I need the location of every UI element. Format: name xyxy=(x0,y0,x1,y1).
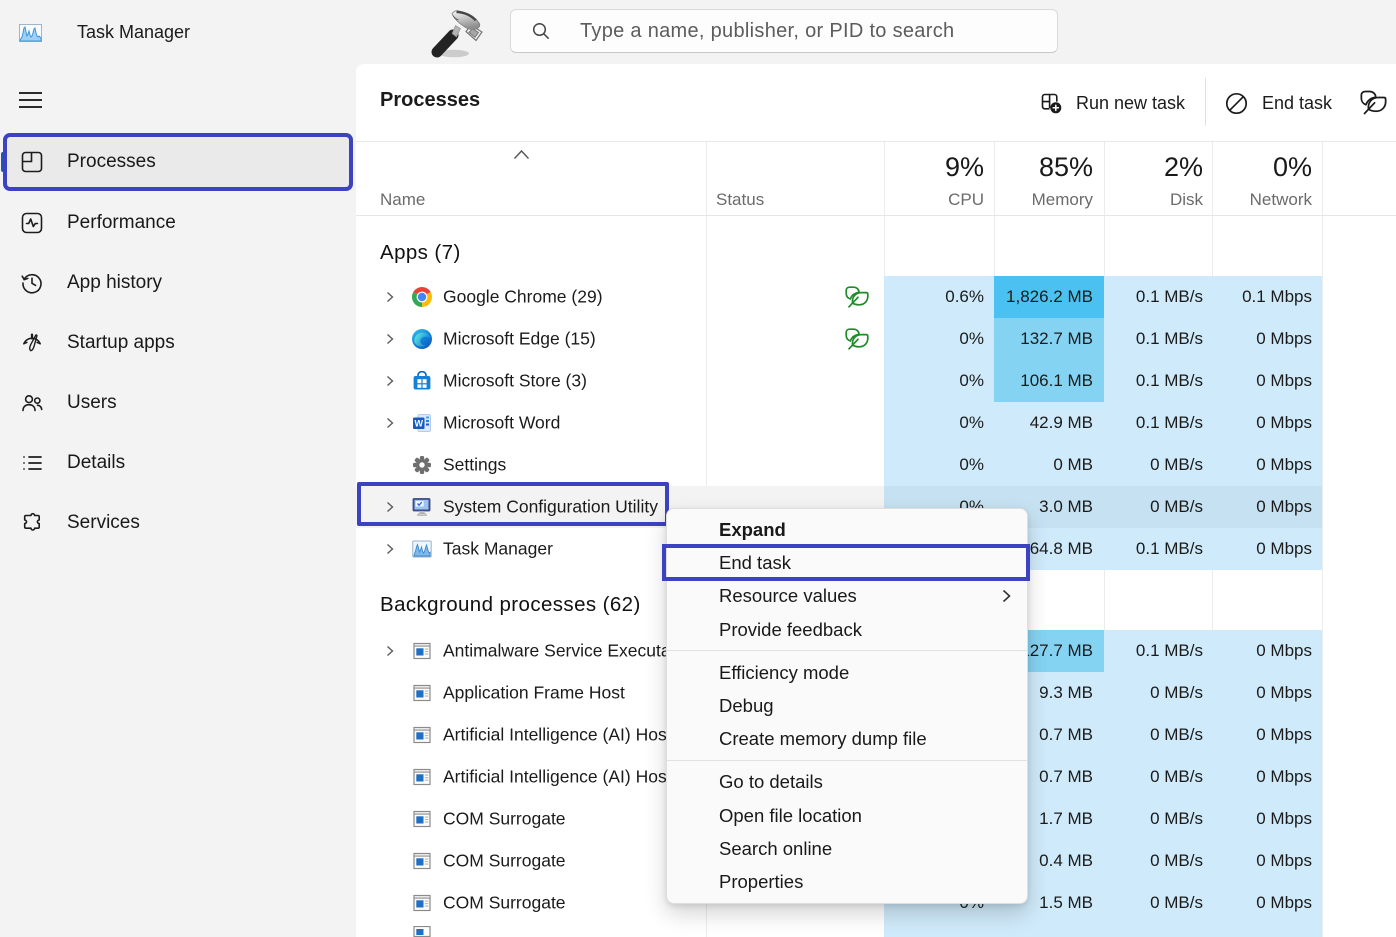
svg-text:W: W xyxy=(415,418,424,428)
